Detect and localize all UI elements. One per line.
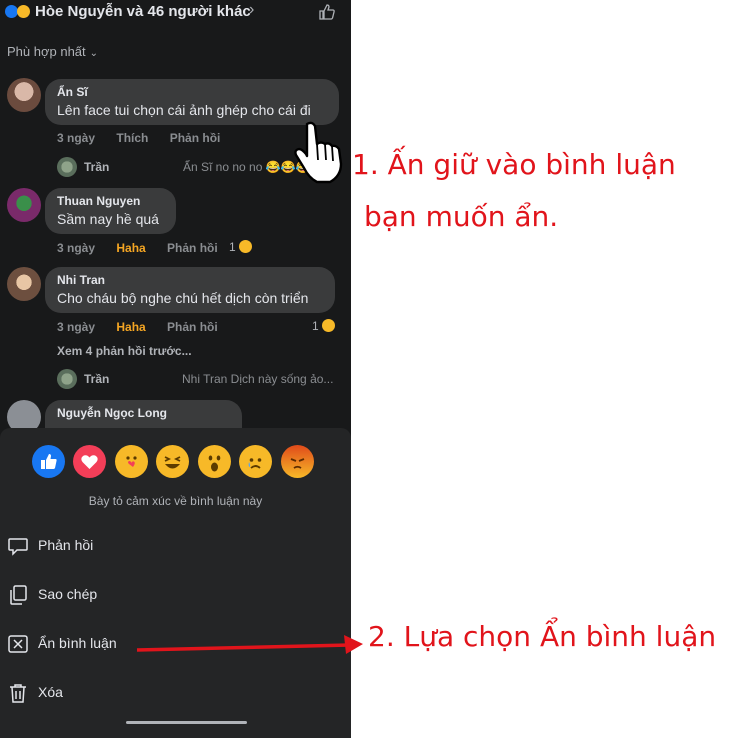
- comment-time: 3 ngày: [57, 320, 96, 334]
- chevron-down-icon: ⌄: [89, 48, 99, 59]
- reply-button[interactable]: Phản hồi: [167, 241, 218, 255]
- speech-bubble-icon: [8, 538, 28, 556]
- step2-instruction: 2. Lựa chọn Ẩn bình luận: [368, 620, 717, 653]
- reply-button[interactable]: Phản hồi: [170, 131, 221, 145]
- reply-preview[interactable]: Nhi Tran Dịch này sống ảo...: [182, 372, 333, 386]
- comment-author[interactable]: Ẩn Sĩ: [57, 85, 327, 99]
- phone-screen: Hòe Nguyễn và 46 người khác › Phù hợp nh…: [0, 0, 351, 738]
- menu-item-delete[interactable]: Xóa: [0, 674, 351, 714]
- menu-item-copy[interactable]: Sao chép: [0, 576, 351, 616]
- menu-item-label: Sao chép: [38, 586, 98, 602]
- comment-time: 3 ngày: [57, 131, 96, 145]
- comment-actions: 3 ngày Haha Phản hồi: [57, 320, 236, 334]
- menu-item-label: Xóa: [38, 684, 63, 700]
- menu-item-label: Ẩn bình luận: [38, 635, 117, 651]
- trash-icon: [10, 684, 26, 703]
- reaction-count-value: 1: [229, 240, 236, 254]
- wow-emoji-icon: [208, 455, 221, 472]
- sad-emoji-icon: [248, 458, 262, 469]
- avatar[interactable]: [57, 369, 77, 389]
- heart-icon: [81, 455, 98, 469]
- hide-box-x-icon: [8, 635, 28, 653]
- menu-item-reply[interactable]: Phản hồi: [0, 527, 351, 567]
- comment-text: Sầm nay hề quá: [57, 211, 159, 227]
- chevron-right-icon: ›: [249, 1, 255, 18]
- copy-icon: [10, 585, 27, 605]
- reply-author[interactable]: Trần: [84, 160, 109, 174]
- comment-text: Cho cháu bộ nghe chú hết dịch còn triển: [57, 290, 309, 306]
- comment-author[interactable]: Nhi Tran: [57, 273, 323, 287]
- sort-dropdown[interactable]: Phù hợp nhất ⌄: [7, 44, 98, 59]
- reaction-count-value: 1: [312, 319, 319, 333]
- comment-bubble[interactable]: Thuan Nguyen Sầm nay hề quá: [45, 188, 176, 234]
- view-previous-replies-link[interactable]: Xem 4 phản hồi trước...: [57, 344, 192, 358]
- comment-actions: 3 ngày Haha Phản hồi: [57, 241, 236, 255]
- laughing-emoji-icon: [164, 456, 181, 469]
- comment-bubble[interactable]: Nhi Tran Cho cháu bộ nghe chú hết dịch c…: [45, 267, 335, 313]
- angry-reaction-button[interactable]: [281, 445, 314, 478]
- care-reaction-button[interactable]: [115, 445, 148, 478]
- avatar[interactable]: [57, 157, 77, 177]
- thumbs-up-outline-icon[interactable]: [318, 3, 336, 21]
- step1-instruction-line2: bạn muốn ẩn.: [364, 200, 559, 233]
- love-reaction-button[interactable]: [73, 445, 106, 478]
- reactions-header[interactable]: Hòe Nguyễn và 46 người khác ›: [0, 0, 351, 26]
- avatar[interactable]: [7, 188, 41, 222]
- avatar[interactable]: [7, 78, 41, 112]
- like-button[interactable]: Thích: [116, 131, 148, 145]
- sad-reaction-button[interactable]: [239, 445, 272, 478]
- home-indicator[interactable]: [126, 721, 247, 724]
- thumbs-up-icon: [41, 454, 57, 469]
- haha-reaction-icon: [321, 319, 335, 332]
- comment-author[interactable]: Thuan Nguyen: [57, 194, 164, 208]
- reply-author[interactable]: Trần: [84, 372, 109, 386]
- menu-item-label: Phản hồi: [38, 537, 94, 553]
- reaction-caption: Bày tỏ cảm xúc về bình luận này: [88, 494, 263, 508]
- haha-reaction-button[interactable]: Haha: [116, 320, 145, 334]
- annotation-arrow: [136, 635, 363, 654]
- comment-author[interactable]: Nguyễn Ngọc Long: [57, 406, 230, 420]
- angry-emoji-icon: [290, 458, 305, 469]
- haha-reaction-icon: [17, 5, 30, 18]
- like-reaction-button[interactable]: [32, 445, 65, 478]
- reply-button[interactable]: Phản hồi: [167, 320, 218, 334]
- comment-actions: 3 ngày Thích Phản hồi: [57, 131, 238, 145]
- haha-reaction-button[interactable]: [156, 445, 189, 478]
- avatar[interactable]: [7, 267, 41, 301]
- haha-reaction-button[interactable]: Haha: [116, 241, 145, 255]
- haha-reaction-icon: [238, 240, 252, 253]
- reaction-count[interactable]: 1: [312, 319, 335, 333]
- reaction-count[interactable]: 1: [229, 240, 252, 254]
- care-emoji-icon: [126, 456, 137, 467]
- reactors-summary: Hòe Nguyễn và 46 người khác: [35, 3, 251, 20]
- comment-text: Lên face tui chọn cái ảnh ghép cho cái đ…: [57, 102, 311, 118]
- hand-pointer-icon: [294, 121, 343, 184]
- comment-time: 3 ngày: [57, 241, 96, 255]
- sort-label: Phù hợp nhất: [7, 44, 86, 59]
- step1-instruction-line1: 1. Ấn giữ vào bình luận: [352, 148, 676, 181]
- wow-reaction-button[interactable]: [198, 445, 231, 478]
